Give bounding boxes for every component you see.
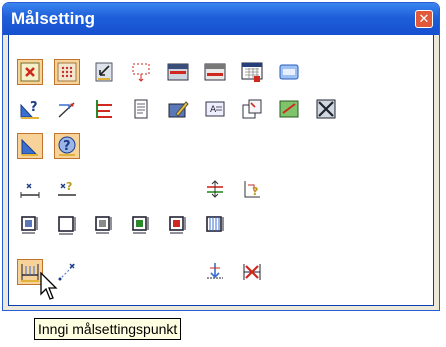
tool-red-x-frame-button[interactable] <box>17 59 43 85</box>
tool-dim-point-icon <box>21 264 39 282</box>
toolbar-body: ? A??? <box>8 35 434 306</box>
tool-dashed-rect-button[interactable] <box>129 60 153 84</box>
tool-window-gray-button[interactable] <box>203 60 227 84</box>
tool-dim-move-icon <box>207 263 223 279</box>
tool-triangle-ruler-icon <box>21 138 38 156</box>
tool-corner-bars-button[interactable] <box>92 97 116 121</box>
tool-dim-help-icon: ? <box>244 181 260 198</box>
tool-dim-adjust-icon <box>207 180 223 198</box>
svg-text:A: A <box>210 105 217 115</box>
title-bar[interactable]: Målsetting ✕ <box>3 3 439 35</box>
tool-box-dim-2-icon <box>95 216 112 234</box>
tool-help-ruler-icon: ? <box>58 136 76 156</box>
tool-dashed-rect-icon <box>132 63 150 82</box>
svg-text:?: ? <box>252 185 258 198</box>
tool-green-frame-button[interactable] <box>277 97 301 121</box>
tool-box-dim-4-button[interactable] <box>166 213 190 237</box>
mouse-cursor-icon <box>40 272 58 300</box>
tool-point-help-button[interactable]: ? <box>55 177 79 201</box>
tool-window-gray-icon <box>204 63 226 81</box>
tool-green-frame-icon <box>279 100 299 118</box>
malsetting-toolbar-window: Målsetting ✕ ? A??? <box>2 2 440 311</box>
tool-grid-dots-button[interactable] <box>54 59 80 85</box>
tool-window-red-icon <box>167 63 189 81</box>
tool-box-empty-icon <box>58 216 76 235</box>
svg-text:?: ? <box>66 180 72 193</box>
tool-dim-move-button[interactable] <box>203 260 227 284</box>
tool-box-dim-3-icon <box>132 216 149 234</box>
tool-dim-adjust-button[interactable] <box>203 177 227 201</box>
tool-text-box-icon: A <box>205 101 225 117</box>
tool-copy-pages-button[interactable] <box>240 97 264 121</box>
tool-window-blue-icon <box>279 64 299 80</box>
close-icon: ✕ <box>418 11 430 26</box>
tool-triangle-help-icon: ? <box>20 100 39 119</box>
tool-text-box-button[interactable]: A <box>203 97 227 121</box>
tool-box-dim-4-icon <box>169 216 186 234</box>
tool-arrow-down-left-button[interactable] <box>92 60 116 84</box>
tool-copy-pages-icon <box>242 99 262 119</box>
tool-edit-pencil-button[interactable] <box>166 97 190 121</box>
tool-window-blue-button[interactable] <box>277 60 301 84</box>
tool-triangle-ruler-button[interactable] <box>17 133 43 159</box>
tool-cross-box-icon <box>316 99 336 119</box>
tool-window-red-button[interactable] <box>166 60 190 84</box>
tool-triangle-help-button[interactable]: ? <box>18 97 42 121</box>
tool-arrow-diag-icon <box>58 102 75 118</box>
tool-box-dim-1-button[interactable] <box>18 213 42 237</box>
tool-box-columns-button[interactable] <box>203 213 227 237</box>
tool-document-icon <box>134 99 148 119</box>
tool-edit-pencil-icon <box>168 101 189 118</box>
tool-corner-bars-icon <box>96 100 112 118</box>
tool-box-empty-button[interactable] <box>55 213 79 237</box>
tool-document-button[interactable] <box>129 97 153 121</box>
tool-point-line-button[interactable] <box>18 177 42 201</box>
tool-cross-box-button[interactable] <box>314 97 338 121</box>
tool-dim-delete-icon <box>243 264 261 280</box>
tool-help-ruler-button[interactable]: ? <box>54 133 80 159</box>
tool-box-dim-3-button[interactable] <box>129 213 153 237</box>
tool-dim-delete-button[interactable] <box>240 260 264 284</box>
tool-grid-dots-icon <box>57 62 77 82</box>
close-button[interactable]: ✕ <box>415 10 433 28</box>
tooltip-text: Inngi målsettingspunkt <box>38 321 178 337</box>
tool-red-x-frame-icon <box>20 62 40 82</box>
tool-point-line-icon <box>20 183 40 198</box>
tool-grid-red-icon <box>241 62 263 82</box>
tool-dim-help-button[interactable]: ? <box>240 177 264 201</box>
svg-text:?: ? <box>30 100 38 115</box>
tooltip: Inngi målsettingspunkt <box>34 318 182 340</box>
tool-arrow-down-left-icon <box>95 62 113 82</box>
tool-box-dim-1-icon <box>21 216 38 234</box>
tool-arrow-diag-button[interactable] <box>55 97 79 121</box>
tool-box-columns-icon <box>206 216 224 232</box>
svg-text:?: ? <box>63 139 71 154</box>
tool-point-help-icon: ? <box>58 180 76 196</box>
tool-box-dim-2-button[interactable] <box>92 213 116 237</box>
window-title: Målsetting <box>11 9 96 28</box>
tool-grid-red-button[interactable] <box>240 60 264 84</box>
tool-dim-point-button[interactable] <box>17 259 43 285</box>
